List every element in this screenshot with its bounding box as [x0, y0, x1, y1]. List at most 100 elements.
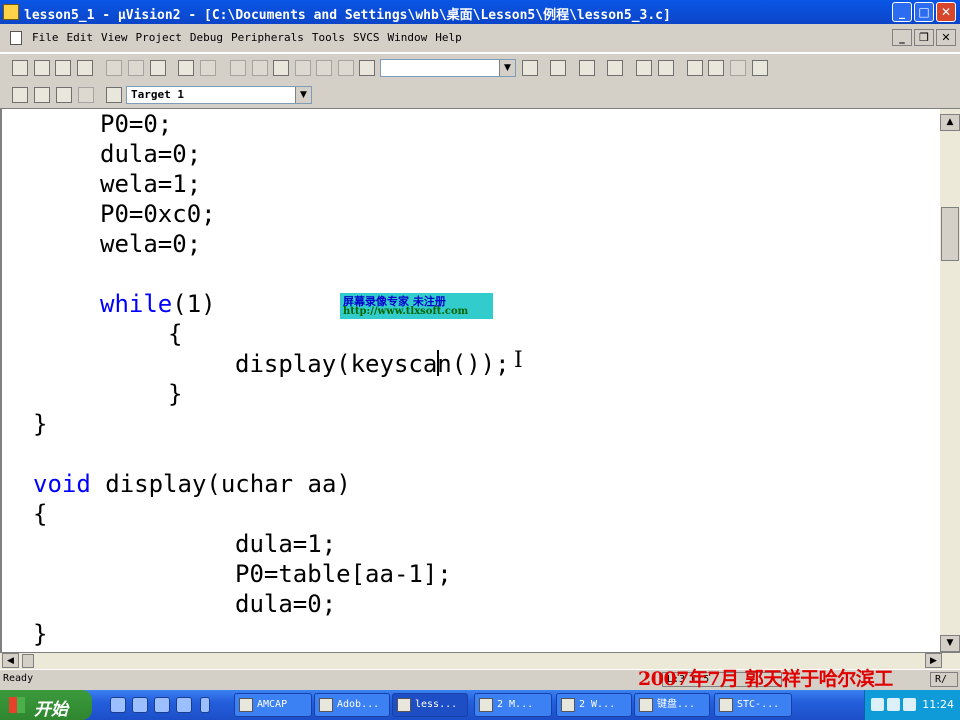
code-line: }	[168, 380, 183, 408]
hand-tool-icon[interactable]	[708, 60, 724, 76]
task-label: 键盘...	[657, 699, 696, 710]
target-select[interactable]: Target 1 ▼	[126, 86, 312, 104]
hand-icon[interactable]	[687, 60, 703, 76]
menu-window[interactable]: Window	[383, 31, 431, 44]
window-icon[interactable]	[636, 60, 652, 76]
code-line: while(1)	[100, 289, 216, 319]
translate-icon[interactable]	[12, 87, 28, 103]
code-line: {	[168, 320, 183, 348]
menu-file[interactable]: File	[28, 31, 63, 44]
doc-minimize-button[interactable]: _	[892, 29, 912, 46]
menu-list: File Edit View Project Debug Peripherals…	[28, 31, 466, 44]
doc-close-button[interactable]: ✕	[936, 29, 956, 46]
folder-icon	[561, 698, 575, 712]
bookmark-next-icon[interactable]	[316, 60, 332, 76]
incremental-find-icon[interactable]	[550, 60, 566, 76]
find-icon[interactable]	[522, 60, 538, 76]
bookmark-toggle-icon[interactable]	[273, 60, 289, 76]
vertical-scroll-thumb[interactable]	[941, 207, 959, 261]
target-options-icon[interactable]	[106, 87, 122, 103]
unindent-icon[interactable]	[252, 60, 268, 76]
paste-icon[interactable]	[150, 60, 166, 76]
quicklaunch-media-icon[interactable]	[154, 697, 170, 713]
doc-restore-button[interactable]: ❐	[914, 29, 934, 46]
quicklaunch-more-icon[interactable]	[200, 697, 210, 713]
code-text: (1)	[172, 290, 216, 318]
task-amcap[interactable]: AMCAP	[234, 693, 312, 717]
open-file-icon[interactable]	[34, 60, 50, 76]
code-line: void display(uchar aa)	[33, 469, 351, 499]
find-combo[interactable]: ▼	[380, 59, 516, 77]
task-adobe[interactable]: Adob...	[314, 693, 390, 717]
tray-shield-icon[interactable]	[903, 698, 916, 711]
undo-icon[interactable]	[178, 60, 194, 76]
menu-svcs[interactable]: SVCS	[349, 31, 384, 44]
window-controls: _ □ ✕	[892, 2, 956, 22]
menu-tools[interactable]: Tools	[308, 31, 349, 44]
task-stc[interactable]: STC-...	[714, 693, 792, 717]
code-text: display(uchar aa)	[90, 470, 351, 498]
bookmark-prev-icon[interactable]	[295, 60, 311, 76]
options-icon[interactable]	[658, 60, 674, 76]
build-icon[interactable]	[34, 87, 50, 103]
quicklaunch-ie-icon[interactable]	[132, 697, 148, 713]
keyword: void	[33, 470, 91, 498]
menu-debug[interactable]: Debug	[186, 31, 227, 44]
menu-project[interactable]: Project	[132, 31, 186, 44]
status-text: Ready	[3, 673, 34, 684]
document-icon[interactable]	[10, 31, 22, 45]
chevron-down-icon[interactable]: ▼	[295, 87, 311, 103]
target-select-value: Target 1	[131, 88, 184, 101]
system-tray: 11:24	[864, 690, 960, 720]
menu-help[interactable]: Help	[431, 31, 466, 44]
task-group-m[interactable]: 2 M...	[474, 693, 552, 717]
indent-icon[interactable]	[230, 60, 246, 76]
task-group-w[interactable]: 2 W...	[556, 693, 632, 717]
task-keyboard[interactable]: 键盘...	[634, 693, 710, 717]
close-button[interactable]: ✕	[936, 2, 956, 22]
start-button[interactable]: 开始	[0, 690, 92, 720]
vertical-scrollbar[interactable]: ▲ ▼	[940, 109, 960, 652]
scroll-down-button[interactable]: ▼	[940, 635, 960, 652]
edit-mode: R/	[930, 672, 958, 687]
scroll-right-button[interactable]: ▶	[925, 653, 942, 668]
find-in-files-icon[interactable]	[359, 60, 375, 76]
rebuild-icon[interactable]	[56, 87, 72, 103]
quicklaunch-messenger-icon[interactable]	[110, 697, 126, 713]
task-label: 2 M...	[497, 699, 534, 710]
new-file-icon[interactable]	[12, 60, 28, 76]
taskbar: 开始 AMCAP Adob... less... 2 M... 2 W... 键…	[0, 690, 960, 720]
chevron-down-icon[interactable]: ▼	[499, 60, 515, 76]
code-line: P0=table[aa-1];	[235, 560, 452, 588]
task-lesson[interactable]: less...	[392, 693, 468, 717]
scroll-up-button[interactable]: ▲	[940, 114, 960, 131]
redo-icon[interactable]	[200, 60, 216, 76]
hand-stop-icon[interactable]	[752, 60, 768, 76]
menu-edit[interactable]: Edit	[63, 31, 98, 44]
scroll-left-button[interactable]: ◀	[2, 653, 19, 668]
tray-network-icon[interactable]	[871, 698, 884, 711]
stop-build-icon[interactable]	[78, 87, 94, 103]
menu-peripherals[interactable]: Peripherals	[227, 31, 308, 44]
task-label: 2 W...	[579, 699, 616, 710]
horizontal-scroll-thumb[interactable]	[22, 654, 34, 668]
quicklaunch-desktop-icon[interactable]	[176, 697, 192, 713]
amcap-icon	[239, 698, 253, 712]
maximize-button[interactable]: □	[914, 2, 934, 22]
debug-icon[interactable]	[607, 60, 623, 76]
copy-icon[interactable]	[128, 60, 144, 76]
save-icon[interactable]	[55, 60, 71, 76]
save-all-icon[interactable]	[77, 60, 93, 76]
tray-antivirus-icon[interactable]	[887, 698, 900, 711]
uvision-app-icon[interactable]	[3, 4, 19, 20]
cut-icon[interactable]	[106, 60, 122, 76]
video-caption: 2007年7月 郭天祥于哈尔滨工	[638, 668, 893, 690]
code-line: {	[33, 500, 48, 528]
print-icon[interactable]	[579, 60, 595, 76]
bookmark-clear-icon[interactable]	[338, 60, 354, 76]
hand-disabled-icon[interactable]	[730, 60, 746, 76]
minimize-button[interactable]: _	[892, 2, 912, 22]
code-editor[interactable]: P0=0; dula=0; wela=1; P0=0xc0; wela=0; w…	[0, 109, 940, 652]
keyword: while	[100, 290, 173, 318]
menu-view[interactable]: View	[97, 31, 132, 44]
